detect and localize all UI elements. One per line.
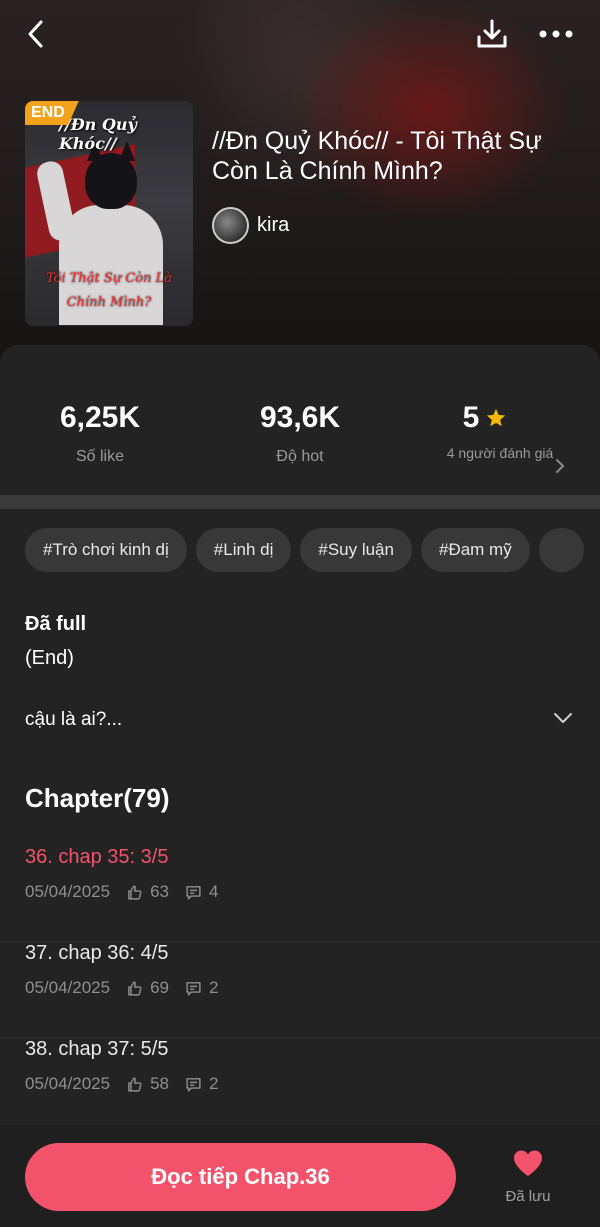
section-divider: [0, 495, 600, 509]
tag-item[interactable]: #Trò chơi kinh dị: [25, 528, 187, 572]
avatar: [212, 207, 249, 244]
stat-rating[interactable]: 5 4 người đánh giá: [400, 400, 570, 462]
story-cover: //Đn Quỷ Khóc// Tôi Thật Sự Còn Là Chính…: [25, 101, 193, 326]
rating-value: 5: [462, 401, 480, 434]
chapter-comments: 2: [209, 1074, 219, 1093]
chapter-date: 05/04/2025: [25, 882, 111, 901]
save-button[interactable]: Đã lưu: [490, 1149, 566, 1205]
chapter-row[interactable]: 37. chap 36: 4/5 05/04/2025 69 2: [0, 942, 600, 1038]
saved-label: Đã lưu: [505, 1188, 551, 1205]
chevron-left-icon: [28, 20, 43, 48]
chapter-title: 38. chap 37: 5/5: [25, 1038, 169, 1060]
story-header: //Đn Quỷ Khóc// Tôi Thật Sự Còn Là Chính…: [0, 0, 600, 370]
tag-list: #Trò chơi kinh dị #Linh dị #Suy luận #Đam m…: [25, 528, 600, 574]
chapter-likes: 63: [150, 882, 170, 901]
tag-item[interactable]: #Đam mỹ: [420, 528, 530, 572]
chapter-date: 05/04/2025: [25, 1074, 111, 1093]
story-details-panel: 6,25K Số like 93,6K Độ hot 5 4 người đán…: [0, 345, 600, 1227]
thumbs-up-icon: [128, 884, 142, 900]
chapter-date: 05/04/2025: [25, 978, 111, 997]
heart-icon: [514, 1150, 542, 1176]
stat-hot: 93,6K Độ hot: [200, 400, 400, 466]
chapter-title: 36. chap 35: 3/5: [25, 846, 169, 868]
likes-label: Số like: [75, 448, 125, 465]
more-options-button[interactable]: [534, 14, 578, 54]
author[interactable]: kira: [212, 207, 289, 244]
stat-likes: 6,25K Số like: [0, 400, 200, 466]
hot-value: 93,6K: [259, 401, 341, 434]
download-icon: [477, 19, 507, 48]
more-horizontal-icon: [539, 30, 573, 38]
continue-reading-button[interactable]: Đọc tiếp Chap.36: [25, 1143, 456, 1211]
rating-label: 4 người đánh giá: [446, 445, 554, 461]
thumbs-up-icon: [128, 1076, 142, 1092]
chapter-row[interactable]: 38. chap 37: 5/5 05/04/2025 58 2: [0, 1038, 600, 1134]
chapter-likes: 58: [150, 1074, 170, 1093]
description-text: cậu là ai?...: [25, 709, 123, 730]
chapter-comments: 2: [209, 978, 219, 997]
bottom-action-bar: Đọc tiếp Chap.36 Đã lưu: [0, 1125, 600, 1227]
star-icon: [487, 408, 506, 427]
comment-icon: [186, 885, 201, 900]
chevron-right-icon: [556, 459, 565, 473]
tag-item[interactable]: #Suy luận: [300, 528, 412, 572]
chevron-down-icon[interactable]: [553, 711, 573, 725]
chapter-row[interactable]: 36. chap 35: 3/5 05/04/2025 63 4: [0, 846, 600, 942]
cover-title: //Đn Quỷ Khóc//: [59, 115, 137, 153]
tag-item[interactable]: #Linh dị: [195, 528, 292, 572]
chapter-title: 37. chap 36: 4/5: [25, 942, 169, 964]
story-title: //Đn Quỷ Khóc// - Tôi Thật Sự Còn Là Chí…: [212, 127, 542, 185]
stats-row: 6,25K Số like 93,6K Độ hot 5 4 người đán…: [0, 345, 600, 495]
comment-icon: [186, 1077, 201, 1092]
back-button[interactable]: [18, 16, 54, 52]
chapter-likes: 69: [150, 978, 170, 997]
comment-icon: [186, 981, 201, 996]
likes-value: 6,25K: [59, 401, 141, 434]
author-name: kira: [257, 214, 290, 236]
status-text: Đã full: [25, 613, 87, 635]
status-note: (End): [25, 647, 74, 669]
download-button[interactable]: [472, 14, 512, 54]
hot-label: Độ hot: [276, 448, 324, 465]
cover-subtitle: Tôi Thật Sự Còn Là Chính Mình?: [45, 271, 172, 310]
chapter-comments: 4: [209, 882, 219, 901]
tag-item-partial[interactable]: [538, 528, 585, 572]
thumbs-up-icon: [128, 980, 142, 996]
chapter-heading: Chapter(79): [25, 783, 170, 813]
